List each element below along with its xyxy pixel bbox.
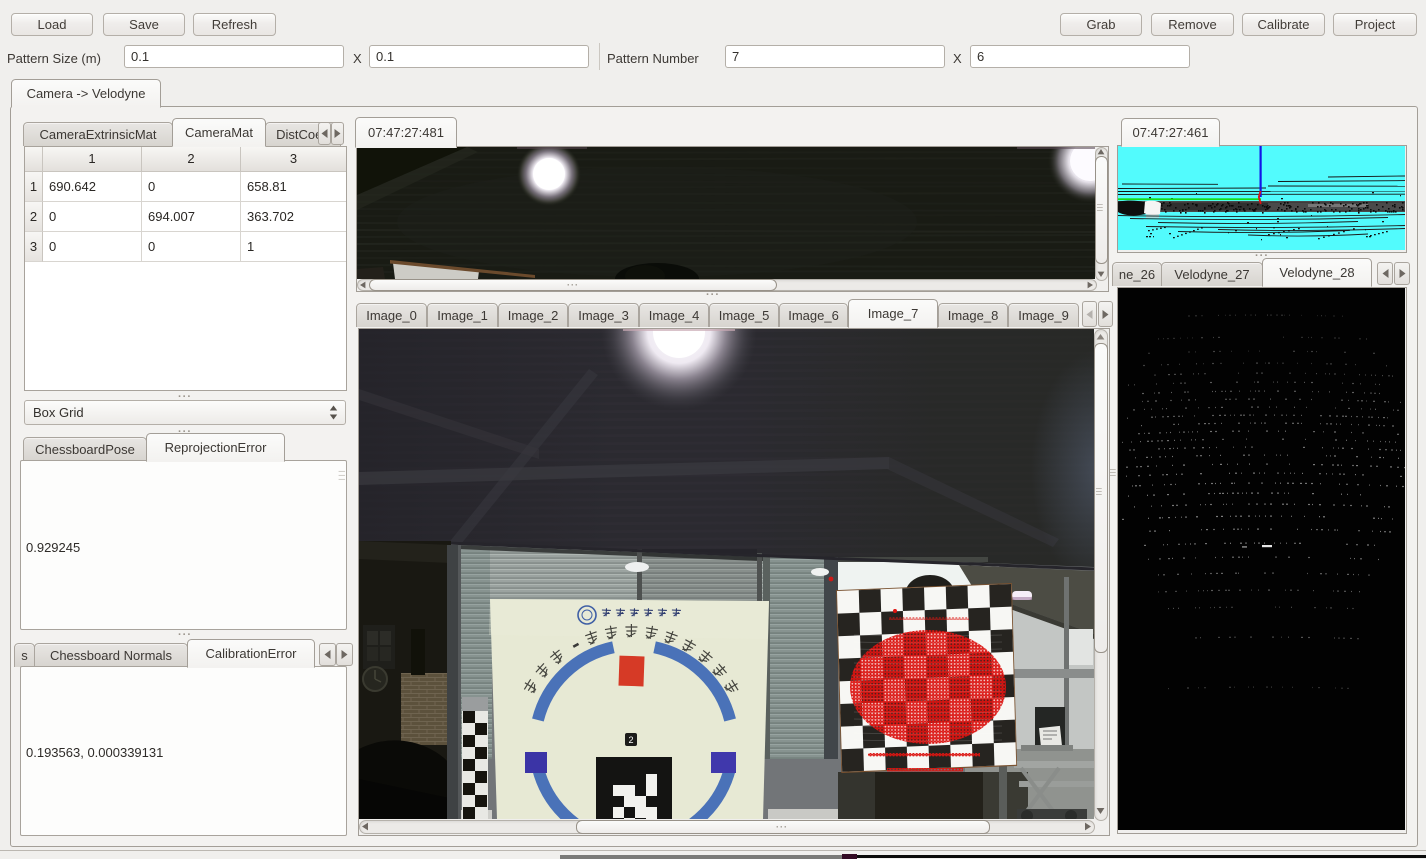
- svg-text:2: 2: [628, 735, 633, 745]
